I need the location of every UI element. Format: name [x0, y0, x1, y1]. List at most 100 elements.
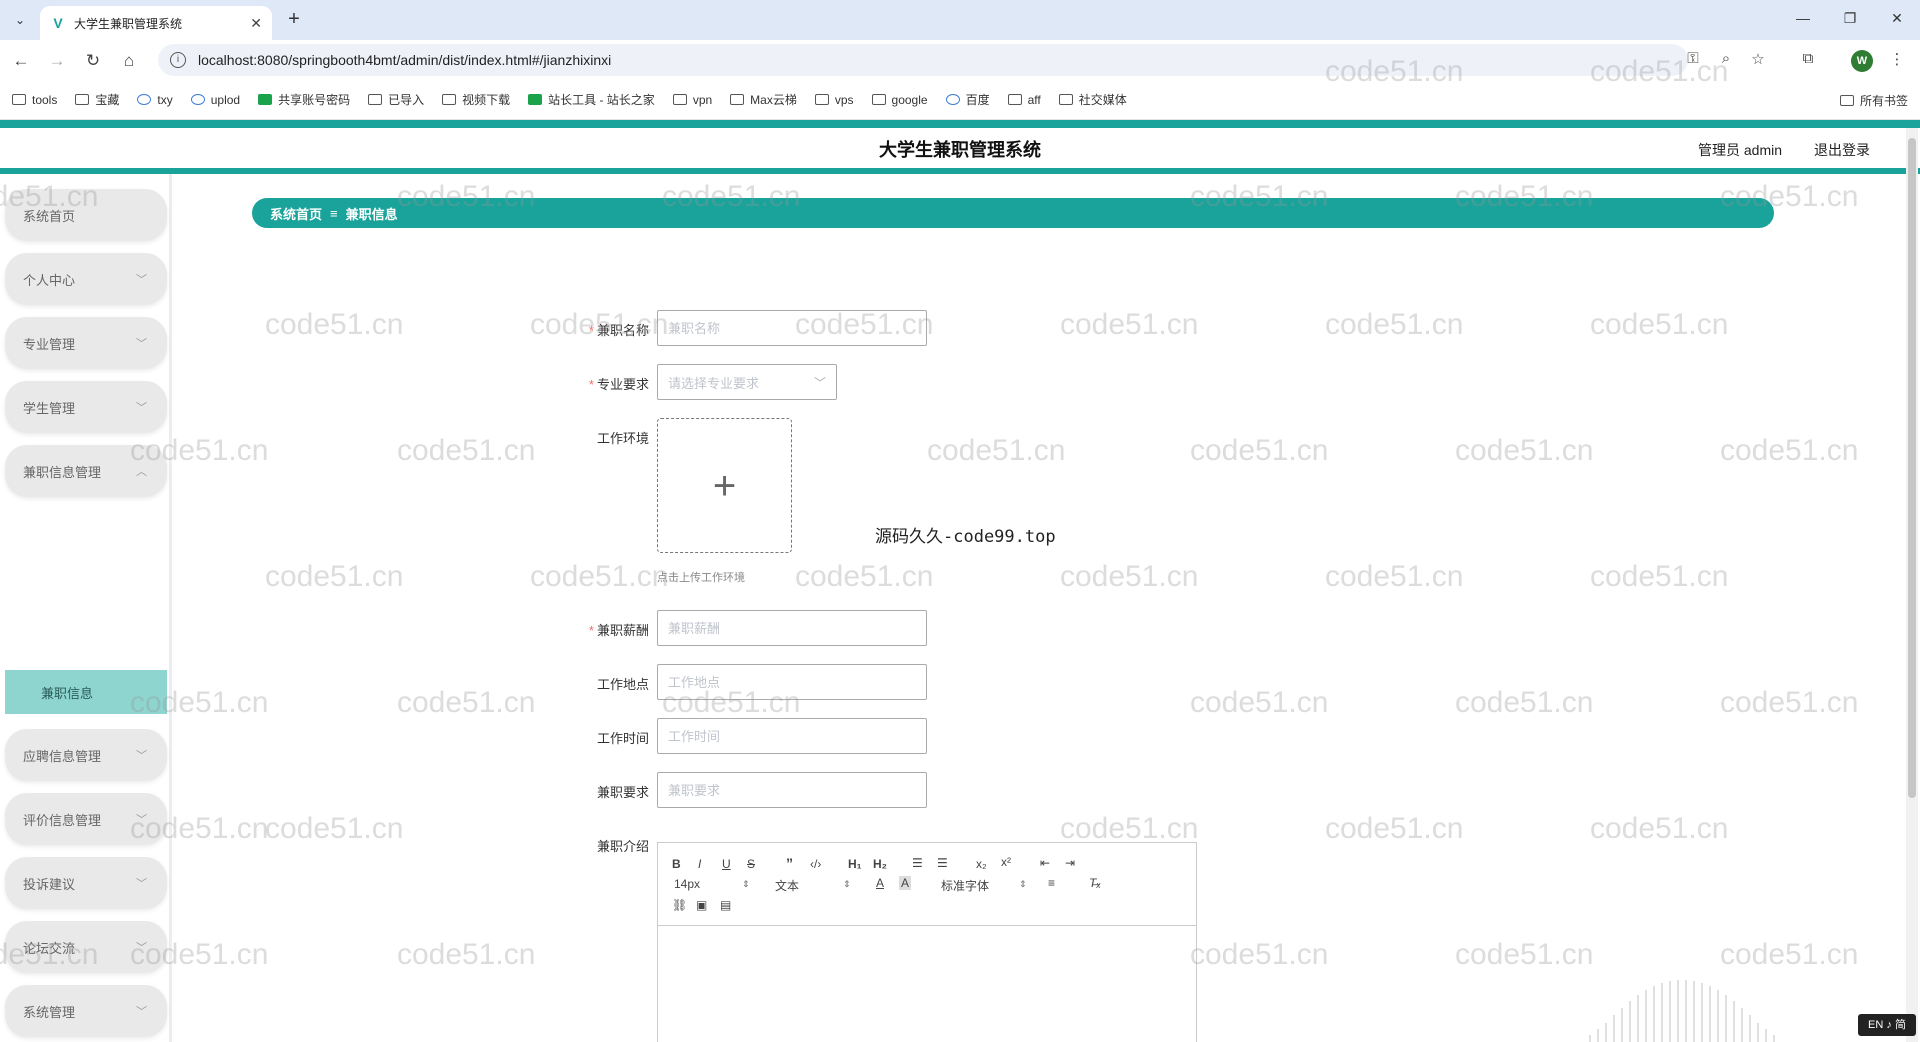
- back-icon[interactable]: ←: [10, 50, 32, 72]
- indent-icon[interactable]: ⇥: [1065, 856, 1075, 870]
- background-color-icon[interactable]: A: [899, 876, 912, 890]
- heading-1-icon[interactable]: H₁: [848, 857, 862, 871]
- outdent-icon[interactable]: ⇤: [1040, 856, 1050, 870]
- bookmark-vpn[interactable]: vpn: [672, 93, 712, 107]
- link-icon[interactable]: ⛓: [672, 898, 687, 912]
- sidebar-item-applications[interactable]: 应聘信息管理 ﹀: [5, 729, 167, 781]
- browser-tab-title: 大学生兼职管理系统: [74, 16, 183, 31]
- watermark: code51.cn: [1455, 938, 1594, 971]
- sidebar-item-reviews[interactable]: 评价信息管理 ﹀: [5, 793, 167, 845]
- strike-icon[interactable]: S: [747, 857, 755, 871]
- sidebar-item-forum[interactable]: 论坛交流 ﹀: [5, 921, 167, 973]
- url-omnibox[interactable]: i localhost:8080/springbooth4bmt/admin/d…: [158, 44, 1688, 76]
- baidu-paw-icon: [945, 94, 960, 105]
- close-tab-icon[interactable]: ✕: [250, 15, 262, 32]
- blockquote-icon[interactable]: ”: [786, 855, 793, 871]
- all-bookmarks[interactable]: 所有书签: [1839, 80, 1908, 120]
- font-color-icon[interactable]: A: [876, 876, 884, 890]
- tab-search-chevron-icon[interactable]: ⌄: [8, 8, 32, 32]
- bookmark-imported[interactable]: 已导入: [368, 91, 424, 108]
- home-icon[interactable]: ⌂: [118, 50, 140, 72]
- name-label: * 兼职名称: [588, 323, 649, 338]
- sidebar-item-complaints[interactable]: 投诉建议 ﹀: [5, 857, 167, 909]
- bookmark-uplod[interactable]: uplod: [190, 93, 240, 107]
- bookmark-google[interactable]: google: [871, 93, 928, 107]
- bookmark-aff[interactable]: aff: [1007, 93, 1041, 107]
- page-scrollbar[interactable]: [1906, 128, 1918, 1042]
- admin-label: 管理员 admin: [1698, 142, 1783, 158]
- zoom-icon[interactable]: ⌕: [1715, 50, 1737, 67]
- environment-upload[interactable]: +: [657, 418, 792, 553]
- sidebar-item-students[interactable]: 学生管理 ﹀: [5, 381, 167, 433]
- bookmark-max[interactable]: Max云梯: [730, 91, 797, 108]
- bookmark-social[interactable]: 社交媒体: [1058, 91, 1127, 108]
- watermark: code51.cn: [397, 686, 536, 719]
- bookmark-tools[interactable]: tools: [12, 93, 57, 107]
- heading-2-icon[interactable]: H₂: [873, 857, 887, 871]
- new-tab-icon[interactable]: +: [282, 8, 306, 32]
- close-window-icon[interactable]: ✕: [1887, 10, 1907, 27]
- sidebar-item-profile[interactable]: 个人中心 ﹀: [5, 253, 167, 305]
- restore-icon[interactable]: ❐: [1840, 10, 1860, 27]
- bookmark-star-icon[interactable]: ☆: [1747, 50, 1769, 68]
- logout-button[interactable]: 退出登录: [1814, 140, 1870, 160]
- watermark: code51.cn: [1060, 812, 1199, 845]
- font-size-select[interactable]: 14px ⇕: [674, 877, 750, 891]
- code-block-icon[interactable]: ‹/›: [810, 857, 821, 871]
- watermark: code51.cn: [1720, 938, 1859, 971]
- requirement-input[interactable]: [657, 772, 927, 808]
- watermark: code51.cn: [397, 938, 536, 971]
- watermark: code51.cn: [1325, 308, 1464, 341]
- forward-icon[interactable]: →: [46, 50, 68, 72]
- bookmark-baozang[interactable]: 宝藏: [75, 91, 119, 108]
- bookmark-shared-accounts[interactable]: 共享账号密码: [258, 91, 350, 108]
- url-text: localhost:8080/springbooth4bmt/admin/dis…: [198, 52, 612, 68]
- major-select[interactable]: 请选择专业要求 ﹀: [657, 364, 837, 400]
- sidebar-item-major[interactable]: 专业管理 ﹀: [5, 317, 167, 369]
- superscript-icon[interactable]: x²: [1001, 855, 1011, 869]
- bookmark-chinaz[interactable]: 站长工具 - 站长之家: [528, 91, 655, 108]
- clear-format-icon[interactable]: T̶ₓ: [1089, 876, 1101, 890]
- align-icon[interactable]: ≡: [1048, 876, 1055, 890]
- requirement-label: 兼职要求: [596, 785, 649, 800]
- sidebar-subitem-job-info[interactable]: 兼职信息: [5, 670, 167, 714]
- browser-tab[interactable]: V 大学生兼职管理系统 ✕: [40, 6, 272, 40]
- bookmark-baidu[interactable]: 百度: [945, 91, 990, 108]
- ordered-list-icon[interactable]: ☰: [912, 856, 923, 870]
- subscript-icon[interactable]: x₂: [976, 857, 987, 871]
- image-icon[interactable]: ▣: [696, 898, 707, 912]
- breadcrumb-home[interactable]: 系统首页: [270, 204, 322, 223]
- sidebar-item-home[interactable]: 系统首页: [5, 189, 167, 241]
- location-input[interactable]: [657, 664, 927, 700]
- minimize-icon[interactable]: —: [1793, 10, 1813, 26]
- bookmark-video-download[interactable]: 视频下载: [442, 91, 510, 108]
- salary-input[interactable]: [657, 610, 927, 646]
- sidebar: 系统首页 个人中心 ﹀ 专业管理 ﹀ 学生管理 ﹀ 兼职信息管理 ︿ 兼职信息 应聘信息…: [0, 174, 172, 1042]
- extensions-icon[interactable]: ⧉: [1797, 50, 1819, 67]
- watermark: code51.cn: [1190, 434, 1329, 467]
- bookmark-vps[interactable]: vps: [814, 93, 854, 107]
- bold-icon[interactable]: B: [672, 857, 681, 871]
- profile-avatar[interactable]: W: [1851, 50, 1873, 72]
- underline-icon[interactable]: U: [722, 857, 731, 871]
- video-icon[interactable]: ▤: [720, 898, 731, 912]
- bullet-list-icon[interactable]: ☰: [937, 856, 948, 870]
- bookmark-txy[interactable]: txy: [137, 93, 173, 107]
- site-info-icon[interactable]: i: [170, 52, 186, 68]
- reload-icon[interactable]: ↻: [82, 50, 104, 72]
- time-input[interactable]: [657, 718, 927, 754]
- header-select[interactable]: 文本 ⇕: [775, 877, 851, 894]
- name-input[interactable]: [657, 310, 927, 346]
- sidebar-item-jobs[interactable]: 兼职信息管理 ︿: [5, 445, 167, 497]
- folder-icon: [442, 94, 457, 105]
- browser-menu-icon[interactable]: ⋮: [1886, 50, 1908, 68]
- italic-icon[interactable]: I: [698, 857, 701, 871]
- watermark: code51.cn: [1325, 812, 1464, 845]
- chevron-down-icon: ﹀: [136, 274, 147, 286]
- scrollbar-thumb[interactable]: [1908, 138, 1916, 798]
- ime-indicator[interactable]: EN ♪ 简: [1858, 1014, 1916, 1036]
- editor-content-area[interactable]: [658, 926, 1196, 1042]
- sidebar-item-system[interactable]: 系统管理 ﹀: [5, 985, 167, 1037]
- password-key-icon[interactable]: ⚿: [1682, 50, 1704, 67]
- font-family-select[interactable]: 标准字体 ⇕: [941, 877, 1027, 894]
